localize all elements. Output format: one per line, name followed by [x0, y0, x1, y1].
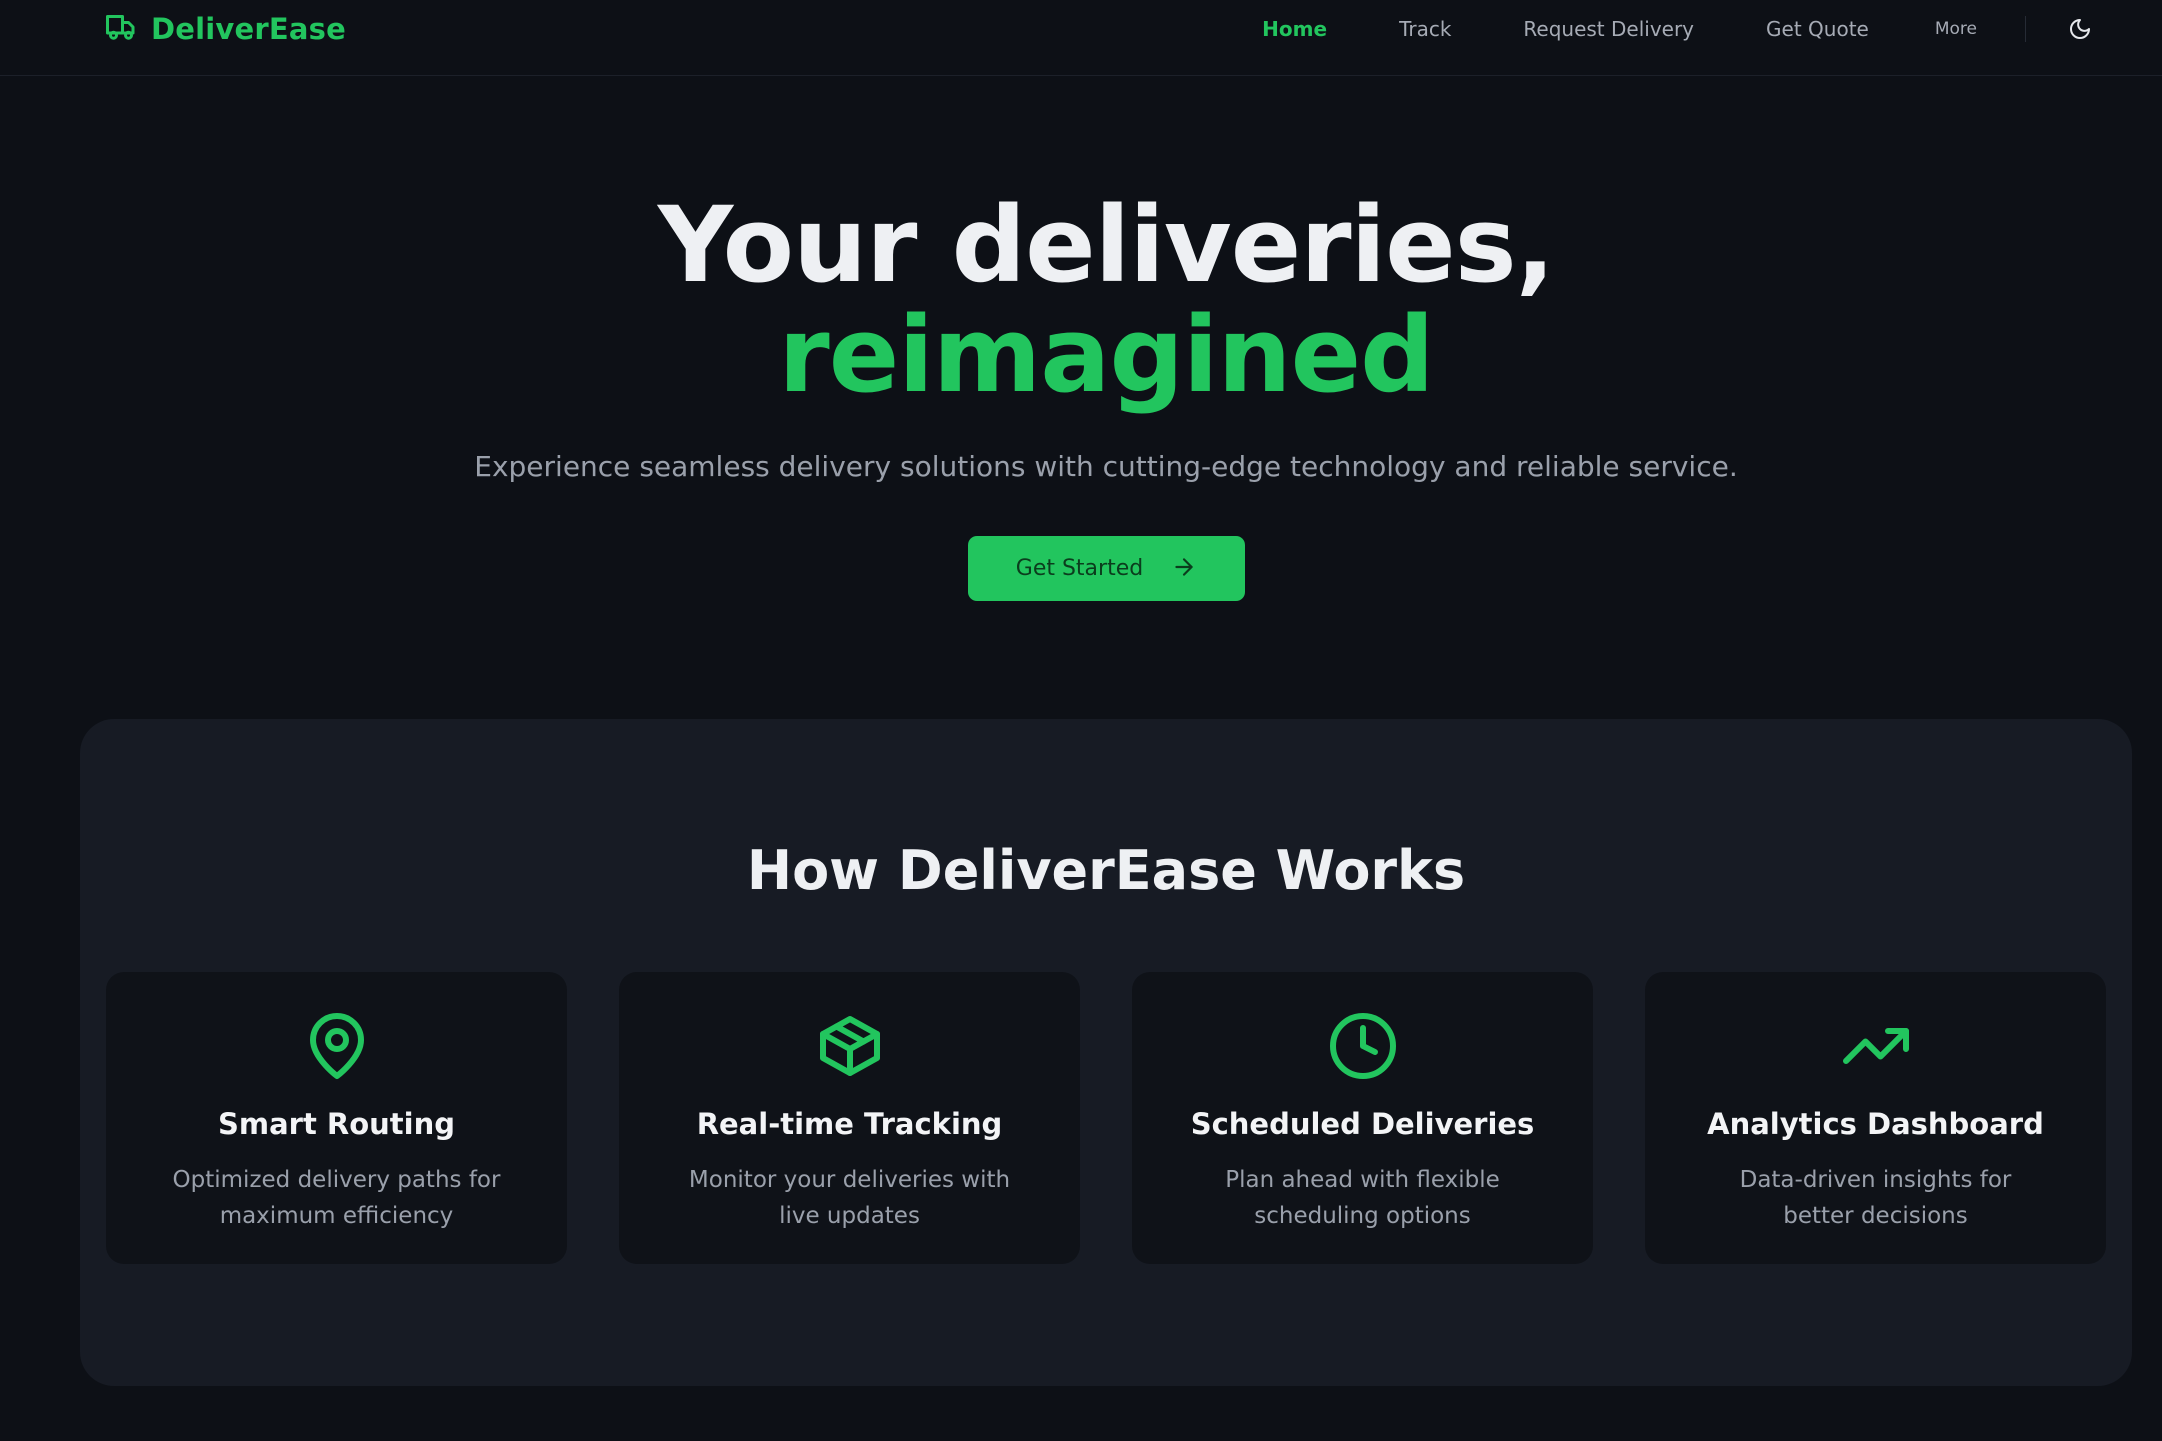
feature-card-real-time-tracking: Real-time Tracking Monitor your deliveri… [619, 972, 1080, 1264]
nav-item-more[interactable]: More [1935, 19, 1977, 39]
feature-description: Optimized delivery paths for maximum eff… [172, 1167, 501, 1229]
feature-card-scheduled-deliveries: Scheduled Deliveries Plan ahead with fle… [1132, 972, 1593, 1264]
moon-icon[interactable] [2066, 15, 2094, 43]
get-started-label: Get Started [1015, 556, 1144, 581]
truck-icon [103, 9, 139, 49]
feature-description: Data-driven insights for better decision… [1739, 1167, 2012, 1229]
how-it-works-section: How DeliverEase Works Smart Routing Opti… [80, 719, 2132, 1386]
section-title: How DeliverEase Works [746, 839, 1466, 902]
nav-item-request-delivery[interactable]: Request Delivery [1523, 17, 1694, 41]
feature-card-analytics-dashboard: Analytics Dashboard Data-driven insights… [1645, 972, 2106, 1264]
feature-title: Scheduled Deliveries [1190, 1107, 1535, 1141]
hero-title: Your deliveries, reimagined [0, 190, 2162, 410]
brand-name: DeliverEase [151, 12, 347, 46]
brand-logo-link[interactable]: DeliverEase [103, 8, 346, 50]
package-icon [619, 1010, 1080, 1082]
clock-icon [1132, 1010, 1593, 1082]
map-pin-icon [106, 1010, 567, 1082]
feature-title: Smart Routing [217, 1107, 456, 1141]
feature-description: Monitor your deliveries with live update… [688, 1167, 1011, 1229]
main-nav: Home Track Request Delivery Get Quote Mo… [1262, 0, 2162, 58]
nav-item-get-quote[interactable]: Get Quote [1766, 17, 1869, 41]
hero-subtitle: Experience seamless delivery solutions w… [474, 450, 1738, 483]
feature-card-smart-routing: Smart Routing Optimized delivery paths f… [106, 972, 567, 1264]
feature-title: Real-time Tracking [696, 1107, 1003, 1141]
get-started-button[interactable]: Get Started [968, 536, 1245, 601]
top-navbar: DeliverEase Home Track Request Delivery … [0, 0, 2162, 76]
feature-description: Plan ahead with flexible scheduling opti… [1225, 1167, 1500, 1229]
nav-item-home[interactable]: Home [1262, 17, 1327, 41]
arrow-right-icon [1171, 554, 1197, 584]
nav-divider [2025, 16, 2026, 42]
trending-up-icon [1645, 1010, 2106, 1082]
nav-item-track[interactable]: Track [1399, 17, 1451, 41]
hero-title-line1: Your deliveries, [657, 184, 1555, 306]
feature-title: Analytics Dashboard [1707, 1107, 2044, 1141]
hero-title-line2: reimagined [778, 294, 1434, 416]
